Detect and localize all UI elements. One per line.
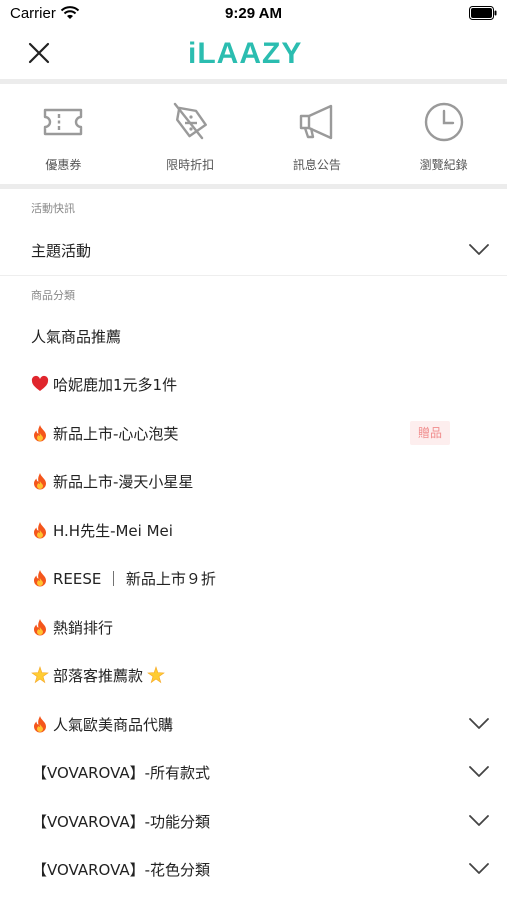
menu-item-text: REESE ｜ 新品上市９折: [31, 568, 216, 589]
shortcut-label: 限時折扣: [166, 158, 215, 172]
shortcut-coupons[interactable]: 優惠券: [0, 85, 127, 185]
menu-item-vovarova-function[interactable]: 【VOVAROVA】-功能分類: [0, 797, 507, 845]
chevron-down-icon: [469, 815, 489, 826]
menu-item-text: 部落客推薦款: [31, 665, 165, 686]
app-header: iLAAZY: [0, 28, 507, 80]
menu-item-label: 哈妮鹿加1元多1件: [53, 375, 178, 394]
shortcut-label: 瀏覽紀錄: [419, 158, 468, 172]
menu-item-label: 人氣商品推薦: [31, 327, 122, 346]
shortcut-label: 優惠券: [45, 158, 82, 172]
fire-icon: [34, 521, 46, 538]
menu-item-text: 人氣歐美商品代購: [31, 714, 173, 735]
shortcut-history[interactable]: 瀏覽紀錄: [380, 85, 507, 185]
menu-item-best-sellers[interactable]: 熱銷排行: [0, 603, 507, 651]
menu-item-label: 熱銷排行: [53, 618, 114, 637]
menu-item-text: 熱銷排行: [31, 617, 113, 638]
chevron-down-icon: [469, 766, 489, 777]
shortcut-bar: 優惠券 限時折扣 訊息公告 瀏覽紀錄: [0, 85, 507, 185]
close-icon: [28, 42, 50, 64]
chevron-down-icon: [469, 718, 489, 729]
menu-item-blogger-picks[interactable]: 部落客推薦款: [0, 651, 507, 699]
menu-item-label: 【VOVAROVA】-花色分類: [32, 860, 211, 879]
fire-icon: [34, 472, 46, 489]
fire-icon: [34, 618, 46, 635]
ticket-icon: [44, 108, 83, 136]
shortcut-label: 訊息公告: [292, 158, 341, 172]
sparkle-star-icon: [147, 665, 165, 683]
menu-item-hh-mei-mei[interactable]: H.H先生-Mei Mei: [0, 506, 507, 554]
megaphone-icon: [299, 104, 333, 140]
heart-icon: [31, 375, 49, 391]
menu-item-text: 新品上市-心心泡芙: [31, 423, 178, 444]
menu-item-text: H.H先生-Mei Mei: [31, 520, 173, 541]
shortcut-announcements[interactable]: 訊息公告: [254, 85, 381, 185]
divider: [0, 275, 507, 276]
menu-item-new-heart-puff[interactable]: 新品上市-心心泡芙 贈品: [0, 409, 507, 457]
menu-item-label: 主題活動: [31, 241, 92, 260]
section-label-events: 活動快訊: [31, 202, 75, 215]
menu-item-label: 新品上市-心心泡芙: [53, 424, 179, 443]
menu-item-label: 部落客推薦款: [53, 666, 144, 685]
header-divider: [0, 79, 507, 84]
section-label-categories: 商品分類: [31, 289, 75, 302]
logo-text: iLAAZY: [188, 37, 303, 70]
menu-item-theme-events[interactable]: 主題活動: [0, 226, 507, 274]
chevron-down-icon: [469, 863, 489, 874]
shortcut-flash-sale[interactable]: 限時折扣: [127, 85, 254, 185]
menu-item-label: REESE ｜ 新品上市９折: [53, 569, 216, 588]
clock-time: 9:29 AM: [225, 5, 282, 22]
shortcut-divider: [0, 184, 507, 189]
discount-tag-icon: [173, 102, 208, 140]
gift-badge: 贈品: [410, 421, 451, 445]
menu-item-label: 【VOVAROVA】-所有款式: [32, 763, 211, 782]
clock-icon: [424, 102, 463, 142]
menu-item-label: 新品上市-漫天小星星: [53, 472, 194, 491]
menu-item-vovarova-pattern[interactable]: 【VOVAROVA】-花色分類: [0, 845, 507, 893]
menu-item-vovarova-all[interactable]: 【VOVAROVA】-所有款式: [0, 748, 507, 796]
status-bar: Carrier 9:29 AM: [0, 0, 507, 28]
menu-item-honey-deer-promo[interactable]: 哈妮鹿加1元多1件: [0, 360, 507, 408]
battery-icon: [469, 6, 497, 20]
fire-icon: [34, 569, 46, 586]
menu-item-popular-picks[interactable]: 人氣商品推薦: [0, 312, 507, 360]
menu-item-text: 哈妮鹿加1元多1件: [31, 374, 177, 395]
menu-item-label: 【VOVAROVA】-功能分類: [32, 812, 211, 831]
app-logo[interactable]: iLAAZY: [188, 38, 320, 70]
menu-item-text: 新品上市-漫天小星星: [31, 471, 193, 492]
menu-item-label: H.H先生-Mei Mei: [53, 521, 173, 540]
menu-item-label: 人氣歐美商品代購: [53, 715, 174, 734]
sparkle-star-icon: [31, 665, 49, 683]
menu-item-western-imports[interactable]: 人氣歐美商品代購: [0, 700, 507, 748]
fire-icon: [34, 424, 46, 441]
menu-item-reese-sale[interactable]: REESE ｜ 新品上市９折: [0, 554, 507, 602]
menu-item-new-starry-sky[interactable]: 新品上市-漫天小星星: [0, 457, 507, 505]
chevron-down-icon: [469, 244, 489, 255]
fire-icon: [34, 715, 46, 732]
close-button[interactable]: [24, 38, 54, 68]
